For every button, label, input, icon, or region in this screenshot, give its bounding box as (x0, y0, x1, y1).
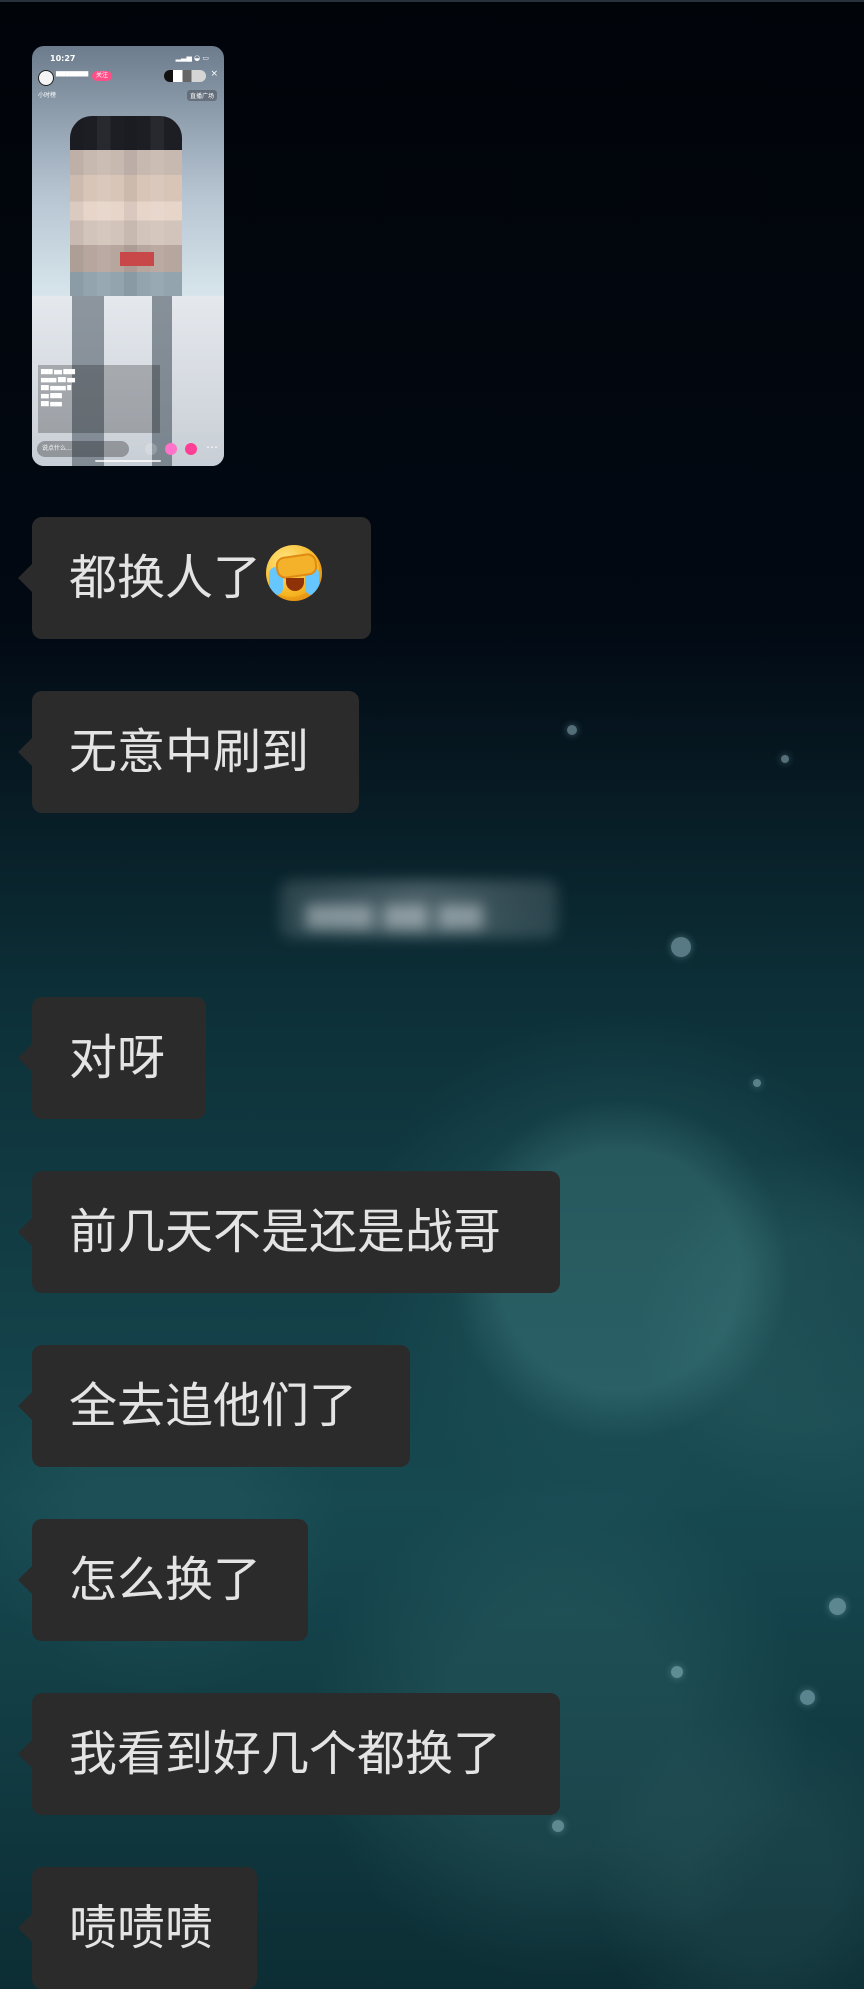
message-row: 前几天不是还是战哥 (18, 1171, 560, 1293)
follow-button[interactable]: 关注 (92, 71, 113, 81)
share-icon[interactable] (185, 443, 197, 455)
close-icon[interactable]: × (210, 69, 218, 79)
message-text: 我看到好几个都换了 (69, 1726, 502, 1782)
blurred-room-name: ▆▆▆▆▆▆▆ (56, 70, 89, 77)
comment-input[interactable]: 说点什么... (37, 441, 129, 457)
message-bubble[interactable]: 啧啧啧 (18, 1867, 257, 1989)
message-bubble[interactable]: 都换人了 (18, 517, 371, 639)
pixelated-comments: ▇▇▇ ▆▆ ▇▇▇ ▆▆▆▆ ▇▇ ▆▆ ▇▇ ▆▆▆▆ ▇ ▆▆ ▇▇▇ ▇▇ ▆▆… (38, 365, 160, 433)
home-indicator (95, 460, 161, 462)
background-sparkle (753, 1079, 761, 1087)
message-bubble[interactable]: 我看到好几个都换了 (18, 1693, 560, 1815)
viewer-avatars (164, 70, 206, 82)
top-divider (0, 0, 864, 2)
face-with-tears-of-joy-icon (266, 545, 323, 601)
live-stream-screenshot-thumbnail[interactable]: 10:27 ▂▃▅ ◒ ▭ ▆▆▆▆▆▆▆ 关注 × 小时榜 直播广场 ▇▇▇ … (32, 46, 224, 466)
message-text: 都换人了 (69, 550, 262, 606)
background-sparkle (781, 755, 789, 763)
message-text: 全去追他们了 (69, 1378, 358, 1434)
pixelated-face (70, 116, 182, 306)
background-sparkle (567, 725, 577, 735)
background-sparkle (829, 1598, 846, 1615)
live-plaza-link[interactable]: 直播广场 (186, 90, 217, 101)
chat-screen: 10:27 ▂▃▅ ◒ ▭ ▆▆▆▆▆▆▆ 关注 × 小时榜 直播广场 ▇▇▇ … (0, 0, 864, 1989)
message-row: 无意中刷到 (18, 691, 359, 813)
background-sparkle (552, 1820, 564, 1832)
message-row: 啧啧啧 (18, 1867, 257, 1989)
message-row: 对呀 (18, 997, 206, 1119)
background-sparkle (800, 1690, 815, 1705)
blurred-timestamp: ▆▆▆ ▆▆ ▆▆ (280, 880, 558, 938)
live-bottom-bar: 说点什么... ⋯ (37, 441, 219, 457)
message-text: 对呀 (69, 1030, 166, 1086)
message-bubble[interactable]: 无意中刷到 (18, 691, 359, 813)
message-row: 我看到好几个都换了 (18, 1693, 560, 1815)
background-sparkle (671, 937, 691, 957)
message-text: 无意中刷到 (69, 724, 310, 780)
message-row: 全去追他们了 (18, 1345, 410, 1467)
message-bubble[interactable]: 对呀 (18, 997, 206, 1119)
host-avatar (38, 70, 54, 86)
message-row: 都换人了 (18, 517, 371, 639)
message-row: 怎么换了 (18, 1519, 308, 1641)
circle-icon[interactable] (145, 443, 157, 455)
message-text: 怎么换了 (69, 1552, 262, 1608)
gift-icon[interactable] (165, 443, 177, 455)
message-bubble[interactable]: 怎么换了 (18, 1519, 308, 1641)
message-text: 前几天不是还是战哥 (69, 1204, 502, 1260)
message-text: 啧啧啧 (69, 1900, 214, 1956)
pixelated-mouth (120, 252, 154, 266)
thumbnail-time: 10:27 (50, 54, 76, 63)
message-bubble[interactable]: 全去追他们了 (18, 1345, 410, 1467)
background-sparkle (671, 1666, 683, 1678)
ranking-tag: 小时榜 (38, 92, 57, 99)
status-icons: ▂▃▅ ◒ ▭ (175, 54, 209, 62)
live-header: ▆▆▆▆▆▆▆ 关注 × (38, 68, 218, 88)
more-icon[interactable]: ⋯ (206, 441, 218, 453)
message-bubble[interactable]: 前几天不是还是战哥 (18, 1171, 560, 1293)
